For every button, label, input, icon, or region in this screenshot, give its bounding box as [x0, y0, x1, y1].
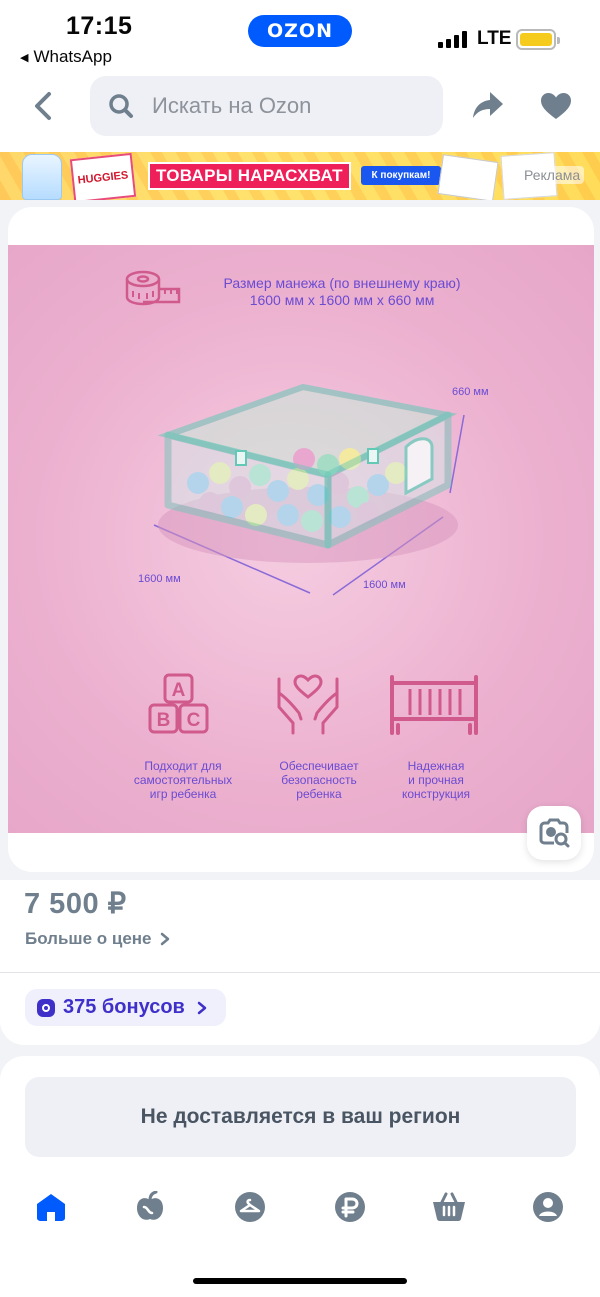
home-icon	[37, 1194, 65, 1221]
abc-blocks-icon: A B C	[148, 673, 209, 734]
svg-text:B: B	[157, 710, 171, 731]
chevron-right-icon	[160, 932, 169, 946]
playpen-illustration	[153, 383, 465, 596]
price-section: 7 500 ₽ Больше о цене	[0, 880, 600, 972]
cart-icon	[433, 1192, 465, 1221]
size-title: Размер манежа (по внешнему краю) 1600 мм…	[223, 275, 461, 308]
feature-caption-construction: Надежная и прочная конструкция	[401, 759, 471, 801]
ruble-icon	[335, 1192, 365, 1222]
delivery-status-button[interactable]: Не доставляется в ваш регион	[25, 1077, 576, 1157]
back-triangle-icon: ◀	[20, 51, 29, 64]
more-about-price-label: Больше о цене	[25, 929, 152, 948]
product-box-image	[437, 154, 499, 200]
chevron-left-icon	[35, 92, 51, 120]
feature-caption-play: Подходит для самостоятельных игр ребенка	[133, 759, 233, 801]
ad-cta-button[interactable]: К покупкам!	[361, 166, 441, 185]
tab-profile[interactable]	[531, 1190, 565, 1224]
fresh-icon	[137, 1191, 163, 1220]
home-indicator	[193, 1278, 407, 1284]
product-photo[interactable]: Размер манежа (по внешнему краю) 1600 мм…	[8, 245, 594, 833]
crib-icon	[390, 675, 478, 735]
heart-icon	[541, 93, 571, 119]
tab-home[interactable]	[34, 1190, 68, 1224]
image-search-icon	[539, 818, 570, 848]
hands-heart-icon	[277, 674, 339, 735]
share-icon	[473, 92, 503, 118]
profile-icon	[533, 1192, 563, 1222]
tab-finance[interactable]	[333, 1190, 367, 1224]
network-label: LTE	[477, 28, 512, 49]
measuring-tape-icon	[125, 270, 181, 306]
height-dimension: 660 мм	[452, 386, 489, 398]
ad-title: ТОВАРЫ НАРАСХВАТ	[148, 162, 351, 190]
status-bar: 17:15 ◀ WhatsApp OZON LTE	[0, 0, 600, 72]
back-button[interactable]	[28, 90, 58, 122]
bonus-chip[interactable]: 375 бонусов	[25, 989, 226, 1026]
tab-fresh[interactable]	[133, 1190, 167, 1224]
bonus-label: 375 бонусов	[63, 996, 185, 1018]
back-to-app-link[interactable]: ◀ WhatsApp	[20, 47, 112, 67]
tab-cart[interactable]	[432, 1190, 466, 1224]
search-placeholder: Искать на Ozon	[152, 93, 312, 118]
signal-icon	[438, 30, 467, 48]
bonus-section: 375 бонусов	[0, 973, 600, 1045]
svg-text:A: A	[172, 680, 186, 701]
ad-banner[interactable]: HUGGIES ТОВАРЫ НАРАСХВАТ К покупкам! Рек…	[0, 152, 600, 200]
tab-clothes[interactable]	[233, 1190, 267, 1224]
water-bottle-image	[22, 154, 62, 200]
favorite-button[interactable]	[540, 92, 572, 125]
top-nav: Искать на Ozon	[0, 72, 600, 152]
ozon-logo: OZON	[248, 15, 352, 47]
more-about-price-link[interactable]: Больше о цене	[25, 929, 170, 949]
ad-label: Реклама	[520, 166, 585, 184]
depth-dimension: 1600 мм	[363, 579, 406, 591]
feature-caption-safety: Обеспечивает безопасность ребенка	[279, 759, 359, 801]
diapers-image: HUGGIES	[69, 152, 137, 200]
width-dimension: 1600 мм	[138, 573, 181, 585]
search-bar[interactable]: Искать на Ozon	[90, 76, 443, 136]
share-button[interactable]	[472, 90, 504, 125]
search-icon	[109, 94, 133, 118]
clothes-icon	[235, 1192, 265, 1222]
back-app-label: WhatsApp	[33, 47, 112, 66]
product-price: 7 500 ₽	[24, 888, 127, 920]
image-search-button[interactable]	[527, 806, 581, 860]
status-time: 17:15	[66, 12, 133, 40]
svg-text:C: C	[187, 710, 201, 731]
battery-icon	[516, 29, 560, 50]
bonus-icon	[37, 998, 55, 1017]
chevron-right-icon	[197, 1001, 207, 1014]
